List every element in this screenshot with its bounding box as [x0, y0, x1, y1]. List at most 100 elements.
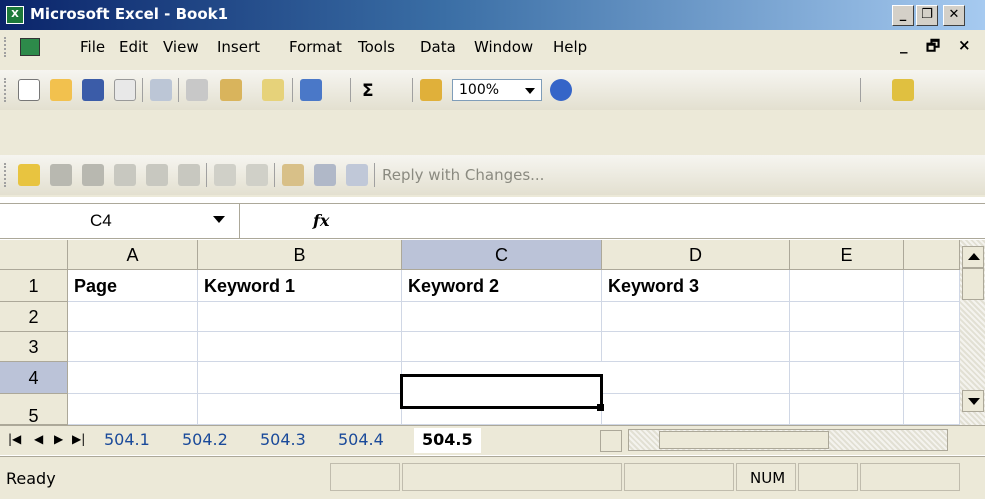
show-all-comments-icon[interactable]: [146, 164, 168, 186]
cell-d4[interactable]: [602, 362, 790, 394]
menu-view[interactable]: View: [163, 38, 199, 56]
cell-a2[interactable]: [68, 302, 198, 332]
cell-d3[interactable]: [602, 332, 790, 362]
menu-help[interactable]: Help: [553, 38, 587, 56]
new-comment-icon[interactable]: [18, 164, 40, 186]
menu-insert[interactable]: Insert: [217, 38, 260, 56]
menu-grip[interactable]: [4, 37, 7, 57]
menu-file[interactable]: File: [80, 38, 105, 56]
formula-input[interactable]: [350, 204, 985, 238]
cell-a1[interactable]: Page: [68, 270, 198, 302]
column-header-c[interactable]: C: [402, 240, 602, 270]
cell-e5[interactable]: [790, 394, 904, 425]
select-all-corner[interactable]: [0, 240, 68, 270]
save-icon[interactable]: [82, 79, 104, 101]
row-header-2[interactable]: 2: [0, 302, 68, 332]
column-header-e[interactable]: E: [790, 240, 904, 270]
scroll-thumb[interactable]: [962, 268, 984, 300]
cut-icon[interactable]: [186, 79, 208, 101]
doc-minimize-button[interactable]: _: [900, 36, 908, 54]
cell-a3[interactable]: [68, 332, 198, 362]
chart-wizard-icon[interactable]: [420, 79, 442, 101]
insert-function-icon[interactable]: fx: [313, 211, 329, 230]
restore-button[interactable]: ❐: [916, 5, 938, 26]
cell-d1[interactable]: Keyword 3: [602, 270, 790, 302]
cell-b2[interactable]: [198, 302, 402, 332]
sheet-tab-504-3[interactable]: 504.3: [260, 428, 306, 453]
previous-sheet-icon[interactable]: ◀: [34, 432, 43, 446]
cell-b5[interactable]: [198, 394, 402, 425]
toolbar-grip[interactable]: [4, 163, 7, 187]
new-document-icon[interactable]: [18, 79, 40, 101]
open-folder-icon[interactable]: [50, 79, 72, 101]
name-box[interactable]: C4: [0, 204, 240, 238]
tab-split-box[interactable]: [600, 430, 622, 452]
cell-c3[interactable]: [402, 332, 602, 362]
cell-f3[interactable]: [904, 332, 960, 362]
cell-b4[interactable]: [198, 362, 402, 394]
doc-close-button[interactable]: ×: [958, 36, 971, 54]
next-sheet-icon[interactable]: ▶: [54, 432, 63, 446]
print-icon[interactable]: [150, 79, 172, 101]
doc-restore-button[interactable]: 🗗: [926, 36, 940, 61]
menu-format[interactable]: Format: [289, 38, 342, 56]
column-header-d[interactable]: D: [602, 240, 790, 270]
sheet-tab-504-1[interactable]: 504.1: [104, 428, 150, 453]
menu-tools[interactable]: Tools: [358, 38, 395, 56]
next-comment-icon[interactable]: [82, 164, 104, 186]
fill-color-icon[interactable]: [892, 79, 914, 101]
cell-e2[interactable]: [790, 302, 904, 332]
selected-cell-c4[interactable]: [400, 374, 603, 409]
format-painter-icon[interactable]: [262, 79, 284, 101]
show-comment-icon[interactable]: [114, 164, 136, 186]
paste-icon[interactable]: [220, 79, 242, 101]
previous-comment-icon[interactable]: [50, 164, 72, 186]
cell-b1[interactable]: Keyword 1: [198, 270, 402, 302]
sheet-tab-504-5[interactable]: 504.5: [414, 428, 481, 453]
cell-e3[interactable]: [790, 332, 904, 362]
vertical-scrollbar[interactable]: [960, 240, 985, 425]
delete-comment-icon[interactable]: [178, 164, 200, 186]
toolbar-grip[interactable]: [4, 78, 7, 102]
cell-a5[interactable]: [68, 394, 198, 425]
update-file-icon[interactable]: [314, 164, 336, 186]
undo-icon[interactable]: [300, 79, 322, 101]
row-header-3[interactable]: 3: [0, 332, 68, 362]
cell-b3[interactable]: [198, 332, 402, 362]
cell-d2[interactable]: [602, 302, 790, 332]
zoom-select[interactable]: 100%: [452, 79, 542, 101]
cell-a4[interactable]: [68, 362, 198, 394]
permission-icon[interactable]: [114, 79, 136, 101]
menu-data[interactable]: Data: [420, 38, 456, 56]
cell-f1[interactable]: [904, 270, 960, 302]
last-sheet-icon[interactable]: ▶|: [72, 432, 85, 446]
cell-e4[interactable]: [790, 362, 904, 394]
cell-f2[interactable]: [904, 302, 960, 332]
scroll-down-button[interactable]: [962, 390, 984, 412]
send-mail-icon[interactable]: [346, 164, 368, 186]
close-button[interactable]: ✕: [943, 5, 965, 26]
sheet-tab-504-4[interactable]: 504.4: [338, 428, 384, 453]
cell-d5[interactable]: [602, 394, 790, 425]
menu-edit[interactable]: Edit: [119, 38, 148, 56]
column-header-a[interactable]: A: [68, 240, 198, 270]
cell-f4[interactable]: [904, 362, 960, 394]
cell-e1[interactable]: [790, 270, 904, 302]
excel-app-icon[interactable]: X: [6, 6, 24, 24]
worksheet-grid[interactable]: A B C D E 1 2 3 4 5 Page Keyword 1 Keywo…: [0, 240, 960, 425]
row-header-5[interactable]: 5: [0, 394, 68, 425]
cell-f5[interactable]: [904, 394, 960, 425]
row-header-1[interactable]: 1: [0, 270, 68, 302]
first-sheet-icon[interactable]: |◀: [8, 432, 21, 446]
minimize-button[interactable]: _: [892, 5, 914, 26]
sheet-tab-504-2[interactable]: 504.2: [182, 428, 228, 453]
horizontal-scroll-thumb[interactable]: [659, 431, 829, 449]
reply-with-changes-button[interactable]: Reply with Changes...: [382, 166, 544, 184]
ink-annotations-icon[interactable]: [214, 164, 236, 186]
horizontal-scrollbar[interactable]: [628, 429, 948, 451]
help-icon[interactable]: [550, 79, 572, 101]
column-header-b[interactable]: B: [198, 240, 402, 270]
row-header-4[interactable]: 4: [0, 362, 68, 394]
cell-c1[interactable]: Keyword 2: [402, 270, 602, 302]
column-header-f[interactable]: [904, 240, 960, 270]
